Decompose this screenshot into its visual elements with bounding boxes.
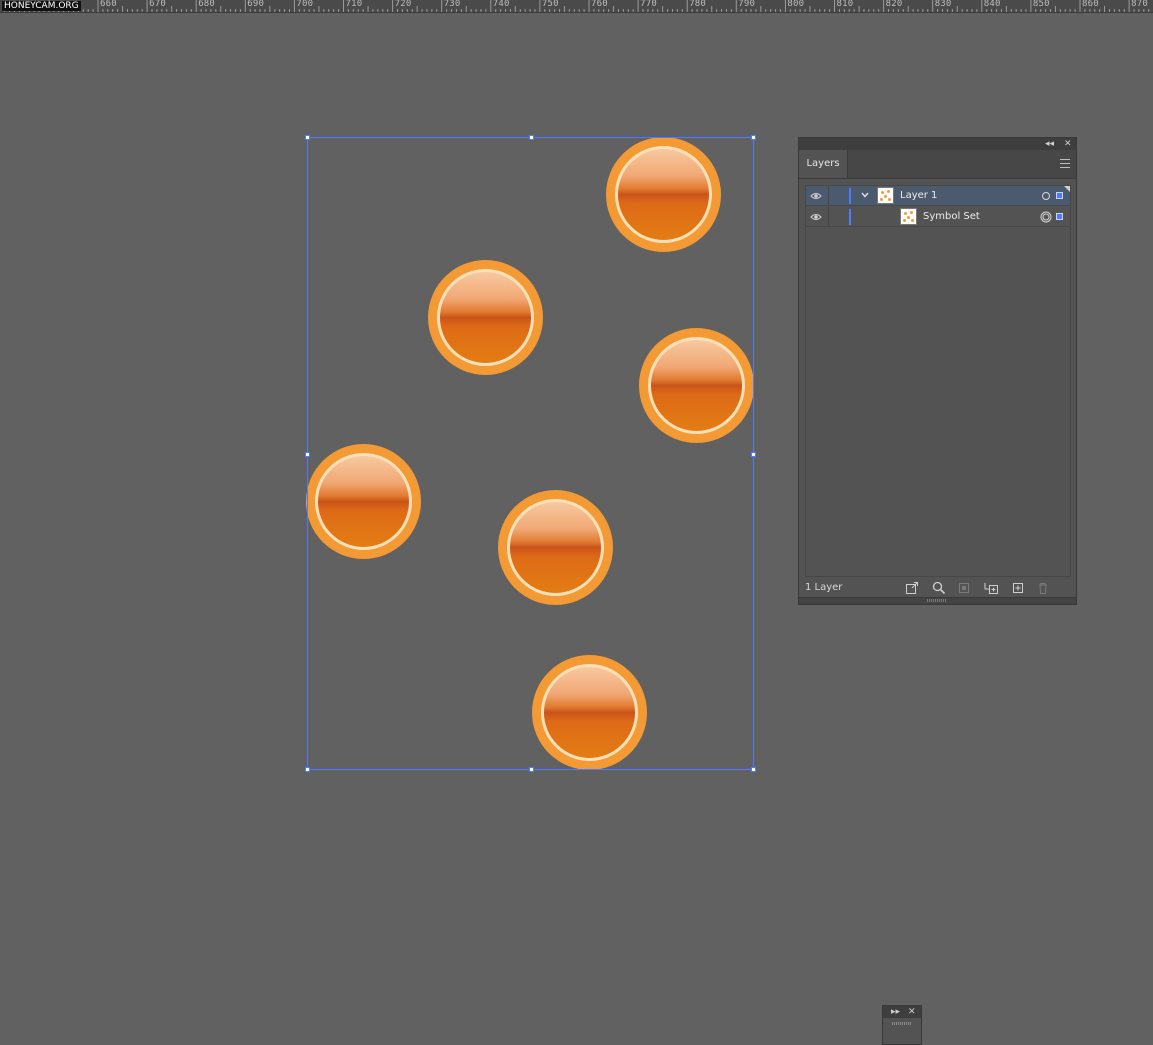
clipping-mask-icon[interactable]: [957, 581, 971, 595]
ruler-tick-label: 720: [394, 0, 412, 9]
ruler-tick-label: 790: [738, 0, 756, 9]
ruler-tick-label: 810: [836, 0, 854, 9]
panel-tab-bar: Layers: [799, 150, 1076, 179]
layers-panel: ◂◂ ✕ Layers Layer 1 Symbol Set 1 Layer: [798, 137, 1077, 605]
mini-panel-grip[interactable]: [892, 1022, 912, 1025]
ruler-tick-label: 780: [689, 0, 707, 9]
close-panel-icon[interactable]: ✕: [1064, 138, 1072, 150]
expand-panel-icon[interactable]: ▸▸: [891, 1006, 900, 1018]
visibility-eye-icon[interactable]: [810, 190, 822, 202]
ruler-tick-label: 850: [1032, 0, 1050, 9]
watermark: HONEYCAM.ORG: [2, 1, 81, 11]
ruler-tick-label: 800: [787, 0, 805, 9]
ruler-tick-label: 680: [198, 0, 216, 9]
layer-row-symbol-set[interactable]: Symbol Set: [806, 207, 1070, 227]
collapse-panel-icon[interactable]: ◂◂: [1045, 138, 1054, 150]
ruler-tick-label: 820: [885, 0, 903, 9]
ruler-tick-label: 860: [1082, 0, 1099, 9]
layers-list: Layer 1 Symbol Set: [805, 185, 1071, 577]
resize-handle-top-left[interactable]: [305, 135, 310, 140]
layer-thumbnail: [877, 187, 894, 204]
trash-icon[interactable]: [1036, 581, 1050, 595]
panel-title-bar[interactable]: ◂◂ ✕: [799, 138, 1076, 150]
target-double-circle-icon[interactable]: [1040, 211, 1052, 223]
ruler-tick-label: 770: [640, 0, 657, 9]
resize-handle-bottom-right[interactable]: [751, 767, 756, 772]
layer-count-label: 1 Layer: [805, 582, 843, 593]
horizontal-ruler[interactable]: 660 670 680 690 700 710 720 730 740 750 760 770 780 7…: [0, 0, 1153, 13]
ruler-tick-label: 760: [591, 0, 608, 9]
ruler-tick-label: 870: [1131, 0, 1148, 9]
ruler-ticks: [4, 0, 1150, 12]
lock-toggle-column[interactable]: [828, 186, 829, 206]
export-icon[interactable]: [905, 581, 919, 595]
collapsed-panel-dock: ▸▸ ✕: [882, 1005, 922, 1045]
visibility-eye-icon[interactable]: [810, 211, 822, 223]
resize-handle-bottom-center[interactable]: [529, 767, 534, 772]
resize-handle-middle-left[interactable]: [305, 452, 310, 457]
layer-color-bar: [849, 188, 851, 204]
ruler-tick-label: 830: [934, 0, 952, 9]
new-layer-icon[interactable]: [1011, 581, 1025, 595]
sublayer-thumbnail: [900, 208, 917, 225]
resize-handle-top-right[interactable]: [751, 135, 756, 140]
ruler-tick-label: 750: [541, 0, 559, 9]
resize-handle-middle-right[interactable]: [751, 452, 756, 457]
selection-indicator[interactable]: [1056, 192, 1063, 199]
ruler-tick-label: 840: [983, 0, 1001, 9]
ruler-tick-label: 670: [149, 0, 166, 9]
panel-menu-icon[interactable]: [1060, 159, 1070, 168]
target-circle-icon[interactable]: [1040, 190, 1052, 202]
layer-row-layer-1[interactable]: Layer 1: [806, 186, 1070, 206]
selected-corner-marker: [1064, 186, 1070, 192]
panel-footer: 1 Layer: [799, 578, 1076, 598]
close-panel-icon[interactable]: ✕: [908, 1006, 916, 1018]
selection-indicator[interactable]: [1056, 213, 1063, 220]
lock-toggle-column[interactable]: [828, 207, 829, 227]
new-sublayer-icon[interactable]: [984, 581, 998, 595]
ruler-tick-label: 660: [100, 0, 117, 9]
layer-name-label: Layer 1: [900, 190, 938, 201]
resize-handle-bottom-left[interactable]: [305, 767, 310, 772]
layer-color-bar: [849, 209, 851, 225]
ruler-tick-label: 690: [247, 0, 265, 9]
tab-layers[interactable]: Layers: [799, 150, 848, 178]
chevron-down-icon[interactable]: [860, 190, 870, 200]
ruler-tick-label: 700: [296, 0, 314, 9]
mini-panel-title-bar[interactable]: ▸▸ ✕: [883, 1006, 921, 1018]
selection-bounding-box[interactable]: [305, 135, 756, 772]
ruler-tick-label: 740: [492, 0, 510, 9]
sublayer-name-label: Symbol Set: [923, 211, 980, 222]
ruler-tick-label: 730: [443, 0, 461, 9]
search-icon[interactable]: [932, 581, 946, 595]
panel-resize-grip[interactable]: [799, 597, 1076, 604]
resize-handle-top-center[interactable]: [529, 135, 534, 140]
ruler-tick-label: 710: [345, 0, 363, 9]
